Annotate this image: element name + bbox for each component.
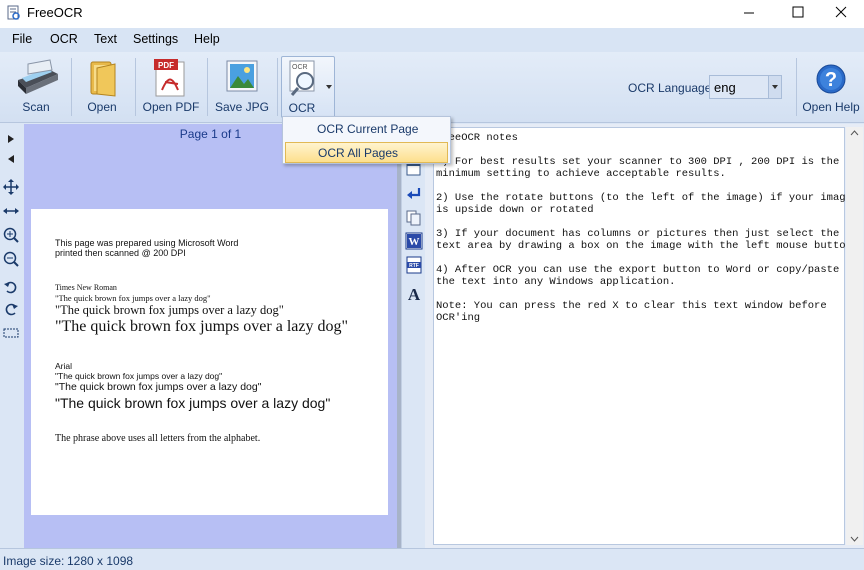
- open-pdf-label: Open PDF: [142, 100, 200, 114]
- rotate-left-icon[interactable]: [2, 278, 20, 296]
- menu-ocr[interactable]: OCR: [50, 32, 78, 46]
- toolbar-separator: [71, 58, 72, 116]
- open-button[interactable]: Open: [74, 52, 130, 122]
- scanner-icon: [18, 59, 58, 94]
- ocr-magnifier-icon: OCR: [289, 60, 315, 96]
- scan-label: Scan: [22, 100, 50, 114]
- open-help-label: Open Help: [802, 100, 860, 114]
- image-icon: [226, 60, 258, 92]
- move-icon[interactable]: [2, 178, 20, 196]
- font-icon[interactable]: A: [405, 284, 423, 302]
- open-label: Open: [87, 100, 117, 114]
- scan-line: "The quick brown fox jumps over a lazy d…: [55, 395, 331, 411]
- ocr-dropdown-arrow-icon[interactable]: [326, 84, 333, 90]
- menu-bar: File OCR Text Settings Help: [0, 28, 864, 52]
- help-icon: ?: [816, 64, 846, 94]
- scan-line: "The quick brown fox jumps over a lazy d…: [55, 381, 262, 393]
- word-export-icon[interactable]: W: [405, 232, 423, 250]
- ocr-current-page-item[interactable]: OCR Current Page: [285, 119, 448, 140]
- title-bar: FreeOCR: [0, 0, 864, 28]
- close-icon[interactable]: [818, 0, 864, 26]
- status-bar: Image size: 1280 x 1098: [0, 548, 864, 570]
- svg-text:RTF: RTF: [409, 263, 419, 269]
- copy-icon[interactable]: [405, 209, 423, 227]
- maximize-icon[interactable]: [775, 0, 821, 26]
- menu-file[interactable]: File: [12, 32, 32, 46]
- toolbar-separator: [796, 58, 797, 116]
- save-jpg-button[interactable]: Save JPG: [210, 52, 274, 122]
- ocr-text-content: FreeOCR notes 1) For best results set yo…: [436, 132, 852, 324]
- rotate-right-icon[interactable]: [2, 300, 20, 318]
- scroll-up-icon[interactable]: [850, 130, 859, 136]
- scan-line: Times New Roman: [55, 283, 117, 292]
- svg-text:A: A: [408, 285, 421, 302]
- ocr-all-pages-item[interactable]: OCR All Pages: [285, 142, 448, 163]
- scan-line: "The quick brown fox jumps over a lazy d…: [55, 293, 211, 303]
- toolbar: Scan Open PDF Open PDF Save JPG OCR OCR …: [0, 52, 864, 123]
- play-prev-icon[interactable]: [2, 150, 20, 168]
- window-title: FreeOCR: [27, 5, 83, 20]
- scroll-down-icon[interactable]: [850, 536, 859, 542]
- scan-button[interactable]: Scan: [4, 52, 68, 122]
- menu-text[interactable]: Text: [94, 32, 117, 46]
- folder-icon: [90, 61, 116, 97]
- minimize-icon[interactable]: [726, 0, 772, 26]
- toolbar-separator: [277, 58, 278, 116]
- svg-text:?: ?: [825, 69, 837, 91]
- zoom-in-icon[interactable]: [2, 226, 20, 244]
- toolbar-separator: [207, 58, 208, 116]
- vertical-scrollbar[interactable]: [846, 127, 863, 545]
- status-label: Image size:: [3, 554, 65, 568]
- scan-line: The phrase above uses all letters from t…: [55, 433, 261, 444]
- image-pane[interactable]: Page 1 of 1 This page was prepared using…: [24, 124, 397, 548]
- scanned-page-image[interactable]: This page was prepared using Microsoft W…: [31, 209, 388, 515]
- toolbar-separator: [135, 58, 136, 116]
- app-icon: [7, 5, 20, 20]
- open-pdf-button[interactable]: PDF Open PDF: [138, 52, 204, 122]
- pdf-icon: PDF: [154, 59, 185, 97]
- scan-line: "The quick brown fox jumps over a lazy d…: [55, 303, 284, 317]
- play-next-icon[interactable]: [2, 130, 20, 148]
- ocr-dropdown-menu: OCR Current Page OCR All Pages: [282, 116, 451, 164]
- open-help-button[interactable]: ? Open Help: [800, 52, 862, 122]
- ocr-label: OCR: [288, 101, 316, 115]
- ocr-language-select[interactable]: eng: [709, 75, 782, 99]
- scan-line: This page was prepared using Microsoft W…: [55, 238, 239, 248]
- scan-line: Arial: [55, 361, 73, 371]
- ocr-text-area[interactable]: FreeOCR notes 1) For best results set yo…: [433, 127, 852, 545]
- rtf-export-icon[interactable]: RTF: [405, 256, 423, 274]
- menu-help[interactable]: Help: [194, 32, 220, 46]
- select-area-icon[interactable]: [2, 324, 20, 342]
- ocr-language-value: eng: [714, 80, 736, 95]
- status-image-size: 1280 x 1098: [67, 554, 134, 568]
- ocr-language-label: OCR Language:: [628, 81, 715, 95]
- zoom-out-icon[interactable]: [2, 250, 20, 268]
- pdf-badge-text: PDF: [158, 61, 174, 70]
- scan-line: printed then scanned @ 200 DPI: [55, 248, 186, 258]
- menu-settings[interactable]: Settings: [133, 32, 178, 46]
- image-tools-toolbar: [0, 124, 24, 548]
- save-jpg-label: Save JPG: [214, 100, 270, 114]
- svg-text:W: W: [409, 236, 420, 248]
- text-tools-toolbar: W RTF A: [401, 124, 425, 548]
- return-icon[interactable]: [405, 185, 423, 203]
- fit-width-icon[interactable]: [2, 202, 20, 220]
- scan-line: "The quick brown fox jumps over a lazy d…: [55, 318, 348, 335]
- chevron-down-icon[interactable]: [768, 76, 781, 98]
- ocr-badge-text: OCR: [292, 64, 308, 71]
- text-pane: FreeOCR notes 1) For best results set yo…: [425, 124, 864, 548]
- scan-line: "The quick brown fox jumps over a lazy d…: [55, 371, 223, 381]
- ocr-button[interactable]: OCR OCR: [281, 56, 335, 118]
